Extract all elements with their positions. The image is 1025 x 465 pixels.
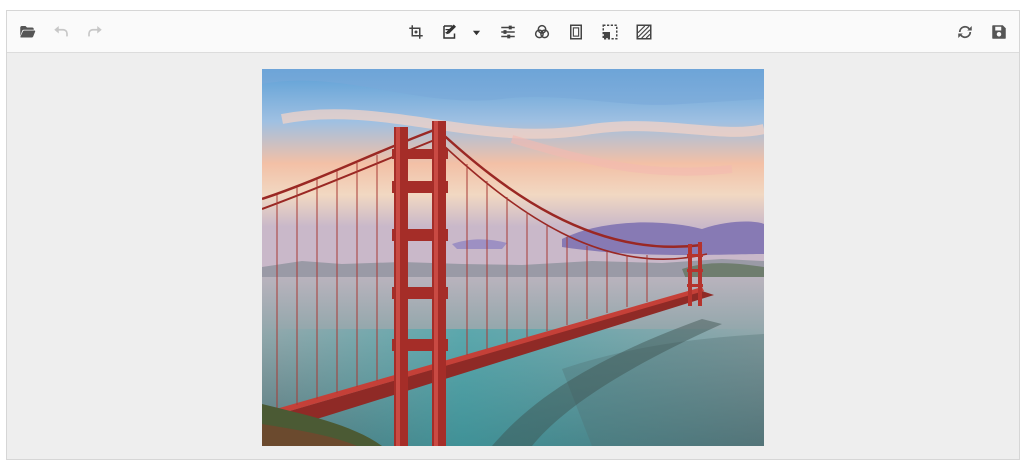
folder-open-icon [20,26,36,38]
redact-button[interactable] [598,20,622,44]
save-button[interactable] [987,20,1011,44]
redo-icon [88,26,102,37]
refresh-icon [958,25,972,39]
frame-icon [570,24,582,40]
edit-annotate-icon [443,24,456,39]
annotate-dropdown-toggle[interactable] [470,20,482,44]
caret-down-icon [472,30,480,35]
save-icon [992,25,1006,39]
undo-button[interactable] [49,20,73,44]
hatch-transparency-icon [636,24,652,40]
redact-selection-icon [602,24,618,40]
golden-gate-bridge-photo[interactable] [262,69,764,446]
finetune-button[interactable] [496,20,520,44]
canvas-area [7,53,1019,459]
filter-circles-icon [534,24,550,39]
toolbar [7,11,1019,53]
reset-button[interactable] [953,20,977,44]
filters-button[interactable] [530,20,554,44]
undo-icon [54,26,68,37]
annotate-button[interactable] [438,20,462,44]
sliders-icon [501,25,515,39]
frame-button[interactable] [564,20,588,44]
redo-button[interactable] [83,20,107,44]
crop-icon [409,25,423,39]
crop-button[interactable] [404,20,428,44]
transparency-button[interactable] [632,20,656,44]
open-button[interactable] [15,20,39,44]
image-editor [6,10,1020,460]
